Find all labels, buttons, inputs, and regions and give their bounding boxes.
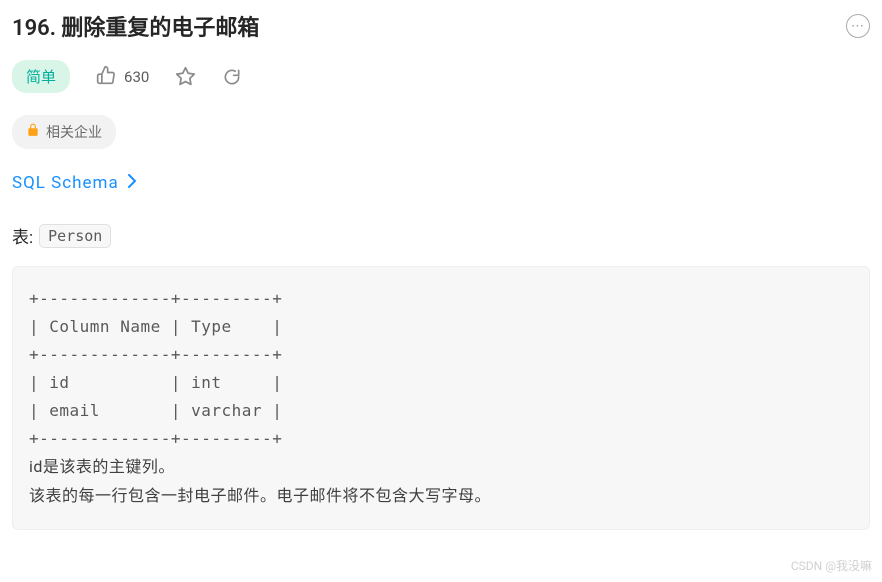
company-tag-label: 相关企业 bbox=[46, 122, 102, 142]
watermark: CSDN @我没嘛 bbox=[791, 557, 872, 574]
like-button[interactable]: 630 bbox=[96, 65, 149, 89]
difficulty-badge: 简单 bbox=[12, 60, 70, 93]
problem-title: 196. 删除重复的电子邮箱 bbox=[12, 10, 259, 42]
chevron-right-icon bbox=[127, 174, 137, 192]
thumbs-up-icon bbox=[96, 65, 116, 89]
schema-code-block: +-------------+---------+ | Column Name … bbox=[12, 266, 870, 530]
table-prefix: 表: bbox=[12, 223, 33, 248]
share-button[interactable] bbox=[222, 67, 242, 87]
description-line-1: id是该表的主键列。 bbox=[29, 453, 853, 482]
star-icon bbox=[175, 66, 196, 87]
schema-ascii: +-------------+---------+ | Column Name … bbox=[29, 289, 282, 448]
company-tag[interactable]: 相关企业 bbox=[12, 115, 116, 149]
lock-icon bbox=[26, 123, 40, 141]
sql-schema-link[interactable]: SQL Schema bbox=[12, 173, 137, 193]
table-name: Person bbox=[39, 224, 111, 248]
like-count: 630 bbox=[124, 68, 149, 86]
share-icon bbox=[222, 67, 242, 87]
favorite-button[interactable] bbox=[175, 66, 196, 87]
table-label: 表: Person bbox=[12, 223, 870, 248]
schema-link-text: SQL Schema bbox=[12, 173, 119, 193]
description-line-2: 该表的每一行包含一封电子邮件。电子邮件将不包含大写字母。 bbox=[29, 482, 853, 511]
ellipsis-icon: ⋯ bbox=[851, 20, 865, 33]
more-button[interactable]: ⋯ bbox=[846, 14, 870, 38]
